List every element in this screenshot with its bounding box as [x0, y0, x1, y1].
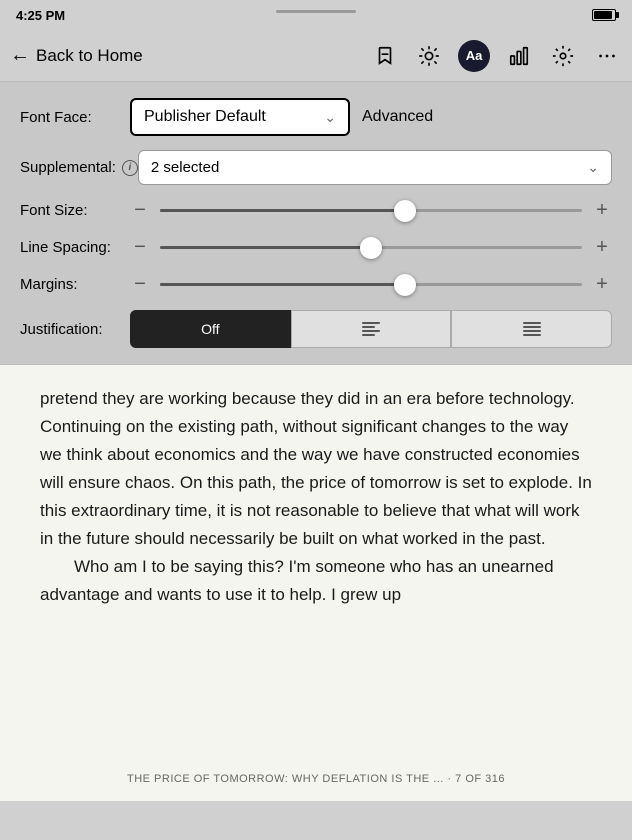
chart-button[interactable]	[504, 41, 534, 71]
supplemental-row: Supplemental: i 2 selected ⌄	[20, 150, 612, 185]
brightness-button[interactable]	[414, 41, 444, 71]
info-icon[interactable]: i	[122, 160, 138, 176]
justification-off-button[interactable]: Off	[130, 310, 291, 348]
line-spacing-slider-row: − +	[130, 236, 612, 259]
font-size-increase-button[interactable]: +	[592, 199, 612, 222]
supplemental-value: 2 selected	[151, 159, 219, 176]
status-icons	[592, 9, 616, 21]
justification-row: Justification: Off	[20, 310, 612, 348]
supplemental-arrow-icon: ⌄	[587, 159, 599, 176]
status-bar: 4:25 PM	[0, 0, 632, 30]
font-size-label: Font Size:	[20, 202, 130, 219]
justification-left-button[interactable]	[291, 310, 452, 348]
font-face-arrow-icon: ⌄	[324, 109, 336, 126]
line-spacing-slider[interactable]	[160, 246, 582, 249]
brightness-icon	[418, 45, 440, 67]
font-size-slider-row: − +	[130, 199, 612, 222]
margins-decrease-button[interactable]: −	[130, 273, 150, 296]
book-paragraph-2: Who am I to be saying this? I'm someone …	[40, 553, 592, 609]
settings-button[interactable]	[548, 41, 578, 71]
settings-panel: Font Face: Publisher Default ⌄ Advanced …	[0, 82, 632, 365]
margins-label: Margins:	[20, 276, 130, 293]
more-button[interactable]	[592, 41, 622, 71]
font-face-value: Publisher Default	[144, 108, 266, 126]
back-arrow-icon: ←	[10, 44, 30, 67]
margins-slider-row: − +	[130, 273, 612, 296]
justification-label: Justification:	[20, 321, 130, 338]
bookmark-icon	[374, 45, 396, 67]
line-spacing-increase-button[interactable]: +	[592, 236, 612, 259]
book-footer-text: THE PRICE OF TOMORROW: WHY DEFLATION IS …	[127, 773, 505, 785]
align-left-icon	[362, 321, 380, 337]
align-justify-icon	[523, 321, 541, 337]
font-size-row: Font Size: − +	[20, 199, 612, 222]
notch	[276, 10, 356, 13]
book-paragraph-1: pretend they are working because they di…	[40, 385, 592, 553]
book-footer: THE PRICE OF TOMORROW: WHY DEFLATION IS …	[0, 765, 632, 801]
margins-increase-button[interactable]: +	[592, 273, 612, 296]
font-button[interactable]: Aa	[458, 40, 490, 72]
supplemental-label: Supplemental: i	[20, 159, 138, 176]
bookmark-button[interactable]	[370, 41, 400, 71]
battery-icon	[592, 9, 616, 21]
justification-controls: Off	[130, 310, 612, 348]
aa-label: Aa	[466, 48, 483, 63]
font-face-row: Font Face: Publisher Default ⌄ Advanced	[20, 98, 612, 136]
font-face-label: Font Face:	[20, 109, 130, 126]
line-spacing-decrease-button[interactable]: −	[130, 236, 150, 259]
line-spacing-row: Line Spacing: − +	[20, 236, 612, 259]
book-text: pretend they are working because they di…	[40, 385, 592, 609]
book-content: pretend they are working because they di…	[0, 365, 632, 765]
nav-icons: Aa	[370, 40, 622, 72]
advanced-button[interactable]: Advanced	[362, 108, 433, 126]
chart-icon	[508, 45, 530, 67]
more-icon	[596, 45, 618, 67]
status-time: 4:25 PM	[16, 8, 65, 23]
font-size-slider[interactable]	[160, 209, 582, 212]
supplemental-dropdown[interactable]: 2 selected ⌄	[138, 150, 612, 185]
back-button[interactable]: ← Back to Home	[10, 44, 370, 67]
justification-full-button[interactable]	[451, 310, 612, 348]
nav-bar: ← Back to Home Aa	[0, 30, 632, 82]
font-face-dropdown[interactable]: Publisher Default ⌄	[130, 98, 350, 136]
margins-slider[interactable]	[160, 283, 582, 286]
back-label: Back to Home	[36, 46, 143, 66]
font-size-decrease-button[interactable]: −	[130, 199, 150, 222]
margins-row: Margins: − +	[20, 273, 612, 296]
font-face-controls: Publisher Default ⌄ Advanced	[130, 98, 612, 136]
line-spacing-label: Line Spacing:	[20, 239, 130, 256]
gear-icon	[552, 45, 574, 67]
